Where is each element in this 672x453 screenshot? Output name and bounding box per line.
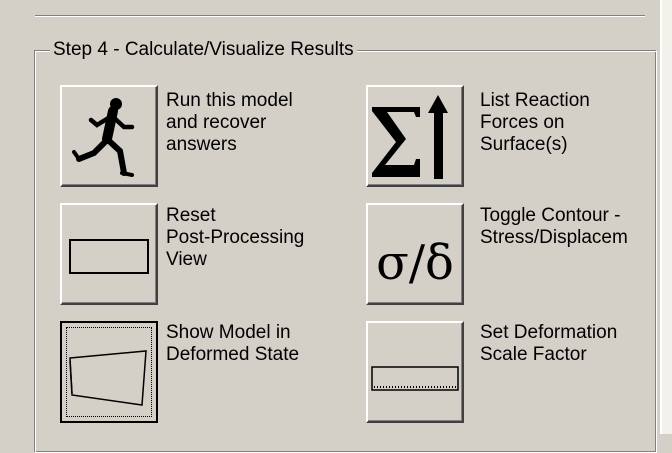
deformed-shape-icon xyxy=(69,350,147,406)
reset-view-button[interactable] xyxy=(60,203,158,305)
toggle-contour-button[interactable]: σ/δ xyxy=(366,203,464,305)
panel-edge xyxy=(660,0,672,434)
separator-highlight xyxy=(35,16,645,17)
toggle-contour-label: Toggle Contour - Stress/Displacem xyxy=(480,205,628,248)
scale-ruler-icon xyxy=(371,366,459,391)
run-model-button[interactable] xyxy=(60,85,158,187)
rectangle-icon xyxy=(69,239,149,274)
show-deformed-label: Show Model in Deformed State xyxy=(166,322,300,365)
run-model-label: Run this model and recover answers xyxy=(166,90,293,155)
sigma-delta-icon: σ/δ xyxy=(376,235,454,291)
runner-icon xyxy=(72,98,135,177)
group-title: Step 4 - Calculate/Visualize Results xyxy=(50,38,357,62)
list-reaction-forces-label: List Reaction Forces on Surface(s) xyxy=(480,90,590,155)
sum-arrow-icon xyxy=(372,95,448,179)
set-scale-factor-button[interactable] xyxy=(366,321,464,423)
set-scale-factor-label: Set Deformation Scale Factor xyxy=(480,322,618,365)
sigma-delta-glyph: σ/δ xyxy=(376,235,454,291)
list-reaction-forces-button[interactable] xyxy=(366,85,464,187)
show-deformed-button[interactable] xyxy=(60,321,158,423)
reset-view-label: Reset Post-Processing View xyxy=(166,205,305,270)
